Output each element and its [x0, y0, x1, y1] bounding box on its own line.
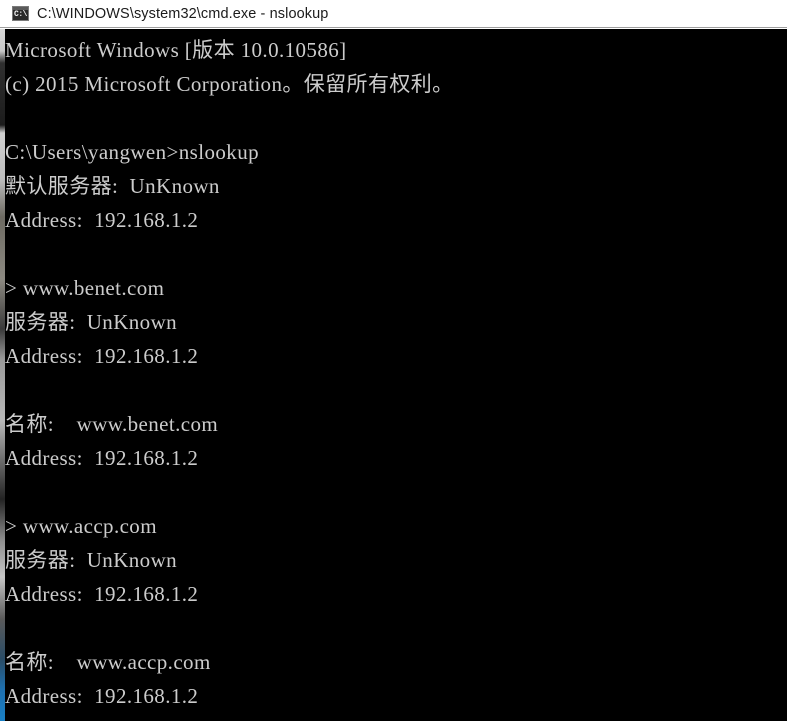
console-line: > www.accp.com	[5, 514, 157, 538]
cmd-icon-glyph: C:\	[14, 9, 27, 19]
cmd-prompt-icon[interactable]: C:\	[12, 6, 29, 21]
console-line: 服务器: UnKnown	[5, 310, 178, 334]
console-line: Address: 192.168.1.2	[5, 208, 199, 232]
console-line: > www.benet.com	[5, 276, 165, 300]
console-line: 服务器: UnKnown	[5, 548, 178, 572]
console-line: 名称: www.benet.com	[5, 412, 219, 436]
window-title-text: C:\WINDOWS\system32\cmd.exe - nslookup	[37, 5, 329, 22]
window-titlebar[interactable]: C:\ C:\WINDOWS\system32\cmd.exe - nslook…	[0, 0, 787, 28]
console-line: 名称: www.accp.com	[5, 650, 211, 674]
console-line: Microsoft Windows [版本 10.0.10586]	[5, 38, 347, 62]
console-line: Address: 192.168.1.2	[5, 344, 199, 368]
console-line: 默认服务器: UnKnown	[5, 174, 220, 198]
console-output: Microsoft Windows [版本 10.0.10586] (c) 201…	[5, 29, 787, 721]
console-surface[interactable]: Microsoft Windows [版本 10.0.10586] (c) 201…	[0, 29, 787, 721]
console-line: C:\Users\yangwen>nslookup	[5, 140, 259, 164]
console-line: Address: 192.168.1.2	[5, 582, 199, 606]
console-line: (c) 2015 Microsoft Corporation。保留所有权利。	[5, 72, 454, 96]
console-line: Address: 192.168.1.2	[5, 684, 199, 708]
cmd-window: C:\ C:\WINDOWS\system32\cmd.exe - nslook…	[0, 0, 787, 721]
console-line: Address: 192.168.1.2	[5, 446, 199, 470]
